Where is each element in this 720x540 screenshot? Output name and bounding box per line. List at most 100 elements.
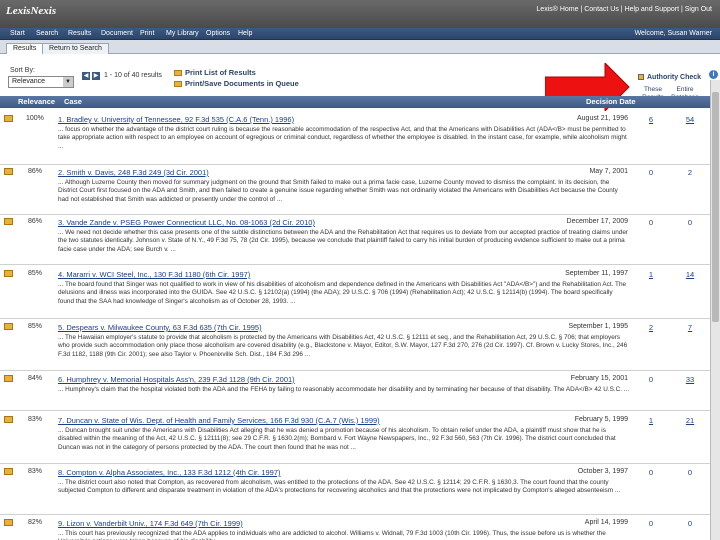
decision-date: September 11, 1997	[565, 270, 628, 277]
entire-database-count[interactable]: 54	[676, 115, 704, 124]
relevance-value: 82%	[27, 519, 42, 526]
case-snippet: ... We need not decide whether this case…	[58, 229, 629, 253]
info-icon[interactable]: i	[709, 70, 718, 79]
menu-print[interactable]: Print	[136, 28, 158, 40]
case-snippet: ... This court has previously recognized…	[58, 530, 606, 540]
next-page-icon[interactable]: ▶	[92, 72, 100, 80]
relevance-value: 85%	[27, 323, 42, 330]
case-citation-link[interactable]: 6. Humphrey v. Memorial Hospitals Ass'n,…	[58, 375, 295, 384]
case-snippet: ... Duncan brought suit under the Americ…	[58, 427, 616, 451]
these-results-count[interactable]: 1	[640, 270, 662, 279]
case-header[interactable]: Case	[64, 96, 82, 108]
case-snippet: ... The board found that Singer was not …	[58, 281, 627, 305]
print-save-link[interactable]: Print/Save Documents in Queue	[174, 79, 299, 88]
entire-database-count[interactable]: 21	[676, 416, 704, 425]
menu-bar: Start Search Results Document Print My L…	[0, 28, 720, 40]
relevance-header[interactable]: Relevance	[18, 96, 55, 108]
top-links[interactable]: Lexis® Home | Contact Us | Help and Supp…	[536, 6, 712, 13]
prev-page-icon[interactable]: ◀	[82, 72, 90, 80]
sort-label: Sort By:	[10, 67, 35, 74]
divider	[0, 214, 710, 215]
print-save-label: Print/Save Documents in Queue	[185, 79, 299, 88]
case-snippet: ... Humphrey's claim that the hospital v…	[58, 386, 630, 393]
print-list-link[interactable]: Print List of Results	[174, 68, 256, 77]
these-results-count[interactable]: 6	[640, 115, 662, 124]
decision-date: February 15, 2001	[570, 375, 628, 382]
pager: ◀ ▶ 1 - 10 of 40 results	[82, 72, 162, 80]
scroll-thumb[interactable]	[712, 92, 719, 322]
divider	[0, 370, 710, 371]
decision-date: October 3, 1997	[577, 468, 628, 475]
decision-date-header[interactable]: Decision Date	[586, 96, 636, 108]
tab-results[interactable]: Results	[6, 43, 44, 54]
logo: LexisNexis	[6, 5, 57, 17]
divider	[0, 164, 710, 165]
entire-database-count[interactable]: 14	[676, 270, 704, 279]
relevance-value: 84%	[27, 375, 42, 382]
entire-database-count[interactable]: 7	[676, 323, 704, 332]
menu-search[interactable]: Search	[32, 28, 62, 40]
decision-date: August 21, 1996	[577, 115, 628, 122]
case-citation-link[interactable]: 5. Despears v. Milwaukee County, 63 F.3d…	[58, 323, 262, 332]
case-citation-link[interactable]: 3. Vande Zande v. PSEG Power Connecticut…	[58, 218, 315, 227]
these-results-count: 0	[648, 168, 654, 177]
relevance-value: 86%	[27, 218, 42, 225]
case-citation-link[interactable]: 7. Duncan v. State of Wis. Dept. of Heal…	[58, 416, 380, 425]
document-icon[interactable]	[4, 270, 13, 277]
case-citation-link[interactable]: 4. Mararri v. WCI Steel, Inc., 130 F.3d …	[58, 270, 250, 279]
menu-options[interactable]: Options	[202, 28, 234, 40]
entire-database-count[interactable]: 33	[676, 375, 704, 384]
menu-help[interactable]: Help	[234, 28, 256, 40]
sort-select[interactable]: Relevance ▼	[8, 76, 74, 88]
these-results-count: 0	[648, 218, 654, 227]
these-results-count[interactable]: 1	[640, 416, 662, 425]
entire-database-count: 2	[687, 168, 693, 177]
menu-results[interactable]: Results	[64, 28, 95, 40]
document-icon[interactable]	[4, 218, 13, 225]
pager-text: 1 - 10 of 40 results	[103, 72, 162, 79]
menu-my-library[interactable]: My Library	[162, 28, 203, 40]
menu-document[interactable]: Document	[97, 28, 137, 40]
relevance-value: 85%	[27, 270, 42, 277]
case-snippet: ... Although Luzerne County then moved f…	[58, 179, 618, 203]
document-icon[interactable]	[4, 468, 13, 475]
tab-return-to-search[interactable]: Return to Search	[42, 43, 109, 54]
case-snippet: ... focus on whether the advantage of th…	[58, 126, 627, 150]
decision-date: April 14, 1999	[584, 519, 628, 526]
these-results-count: 0	[648, 519, 654, 528]
relevance-value: 83%	[27, 468, 42, 475]
entire-database-count: 0	[687, 468, 693, 477]
document-icon[interactable]	[4, 115, 13, 122]
these-results-count: 0	[648, 468, 654, 477]
case-citation-link[interactable]: 1. Bradley v. University of Tennessee, 9…	[58, 115, 294, 124]
document-icon[interactable]	[4, 416, 13, 423]
menu-start[interactable]: Start	[6, 28, 29, 40]
divider	[0, 318, 710, 319]
scrollbar[interactable]	[710, 80, 720, 540]
decision-date: September 1, 1995	[568, 323, 628, 330]
case-citation-link[interactable]: 9. Lizon v. Vanderbilt Univ., 174 F.3d 6…	[58, 519, 243, 528]
document-icon[interactable]	[4, 168, 13, 175]
relevance-value: 83%	[27, 416, 42, 423]
decision-date: May 7, 2001	[589, 168, 628, 175]
decision-date: December 17, 2009	[566, 218, 628, 225]
chevron-down-icon: ▼	[63, 77, 73, 87]
document-icon[interactable]	[4, 375, 13, 382]
divider	[0, 463, 710, 464]
case-citation-link[interactable]: 8. Compton v. Alpha Associates, Inc., 13…	[58, 468, 281, 477]
print-list-label: Print List of Results	[185, 68, 256, 77]
welcome-text: Welcome, Susan Warner	[634, 30, 712, 37]
entire-database-count: 0	[687, 519, 693, 528]
case-citation-link[interactable]: 2. Smith v. Davis, 248 F.3d 249 (3d Cir.…	[58, 168, 209, 177]
top-bar: LexisNexis Lexis® Home | Contact Us | He…	[0, 0, 720, 28]
folder-icon	[174, 70, 182, 77]
divider	[0, 514, 710, 515]
authority-check-label: Authority Check	[647, 74, 702, 81]
authority-check[interactable]: Authority Check	[638, 74, 701, 81]
divider	[0, 410, 710, 411]
document-icon[interactable]	[4, 323, 13, 330]
divider	[0, 264, 710, 265]
document-icon[interactable]	[4, 519, 13, 526]
these-results-count[interactable]: 2	[640, 323, 662, 332]
decision-date: February 5, 1999	[574, 416, 628, 423]
